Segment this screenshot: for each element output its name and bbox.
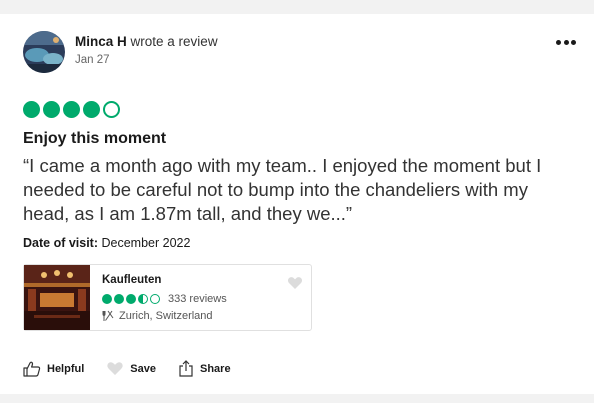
review-card: Minca H wrote a review Jan 27 Enjoy this… [0, 14, 594, 394]
author-action-text: wrote a review [130, 34, 218, 49]
rating-bubble-filled [83, 101, 100, 118]
thumbs-up-icon [23, 361, 41, 377]
save-button[interactable]: Save [106, 361, 156, 376]
place-name[interactable]: Kaufleuten [102, 274, 161, 286]
share-label: Share [199, 362, 231, 375]
place-rating: 333 reviews [102, 293, 227, 305]
review-date: Jan 27 [75, 54, 110, 66]
place-thumbnail[interactable] [24, 265, 90, 330]
rating-bubble-filled [43, 101, 60, 118]
place-location-text: Zurich, Switzerland [119, 310, 213, 322]
more-options-button[interactable] [556, 36, 576, 48]
save-label: Save [130, 362, 156, 375]
rating-bubble-filled [63, 101, 80, 118]
heart-icon [107, 362, 123, 375]
helpful-label: Helpful [47, 362, 85, 375]
heart-icon[interactable] [287, 276, 303, 290]
helpful-button[interactable]: Helpful [23, 361, 84, 377]
visit-label: Date of visit: [23, 236, 99, 250]
utensils-icon [102, 310, 114, 321]
place-bubble-half [138, 294, 148, 304]
place-location: Zurich, Switzerland [102, 310, 213, 322]
rating-bubbles [23, 101, 120, 118]
rating-bubble-filled [23, 101, 40, 118]
rating-bubble-empty [103, 101, 120, 118]
place-bubble-empty [150, 294, 160, 304]
review-title[interactable]: Enjoy this moment [23, 130, 166, 148]
share-icon [179, 360, 193, 377]
place-bubble-filled [114, 294, 124, 304]
date-of-visit: Date of visit: December 2022 [23, 236, 190, 250]
place-thumbnail-image [24, 265, 90, 330]
review-text[interactable]: “I came a month ago with my team.. I enj… [23, 154, 573, 226]
avatar[interactable] [23, 31, 65, 73]
review-actions: Helpful Save Share [23, 360, 231, 377]
avatar-image [23, 31, 65, 73]
place-bubble-filled [102, 294, 112, 304]
author-line: Minca H wrote a review [75, 34, 218, 49]
more-icon [571, 39, 576, 45]
author-name[interactable]: Minca H [75, 34, 127, 49]
share-button[interactable]: Share [178, 360, 231, 377]
more-icon [556, 39, 561, 45]
place-card[interactable]: Kaufleuten 333 reviews Zurich, Switzerla… [23, 264, 312, 331]
visit-date: December 2022 [101, 236, 191, 250]
more-icon [563, 39, 569, 45]
place-review-count[interactable]: 333 reviews [168, 293, 227, 305]
place-bubble-filled [126, 294, 136, 304]
